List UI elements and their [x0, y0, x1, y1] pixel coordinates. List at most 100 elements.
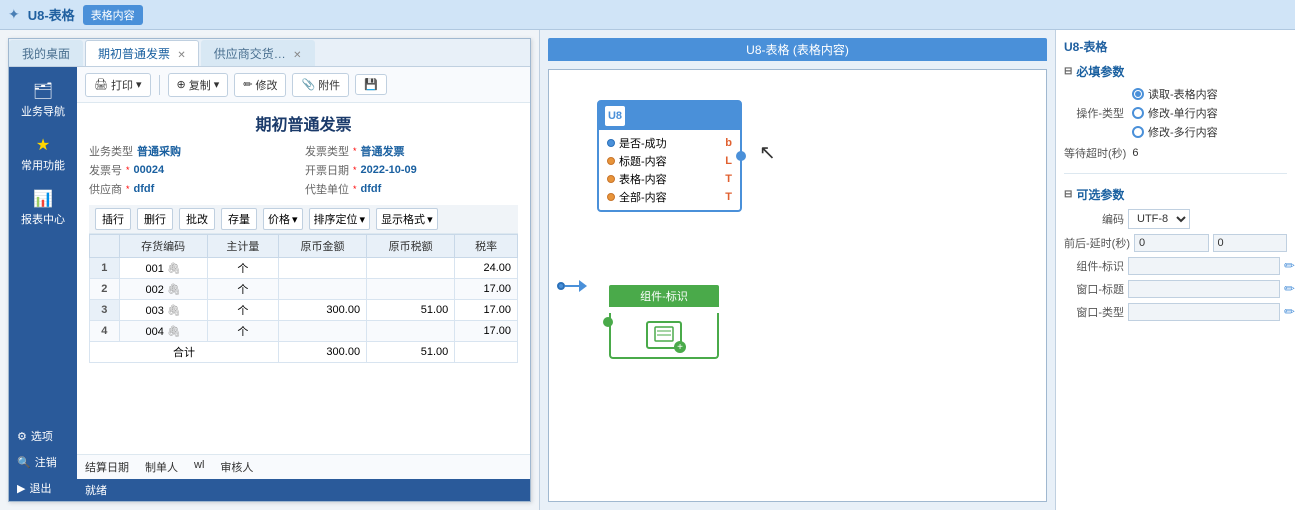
right-panel: U8-表格 ⊟ 必填参数 操作-类型 读取-表格内容 修改-单行内容 修改-多行 — [1055, 30, 1295, 510]
row-tax: 51.00 — [367, 300, 455, 321]
field-business-type: 业务类型 普通采购 — [89, 143, 302, 159]
tab-close-supplier[interactable]: ✕ — [293, 50, 301, 61]
copy-icon: ⊕ — [177, 78, 186, 91]
radio-single[interactable]: 修改-单行内容 — [1132, 105, 1218, 121]
copy-dropdown-icon: ▾ — [214, 78, 220, 91]
timeout-label: 等待超时(秒) — [1064, 145, 1126, 161]
invoice-header: 业务类型 普通采购 发票类型 * 普通发票 发票号 * — [89, 143, 518, 197]
col-amount: 原币金额 — [278, 235, 366, 258]
tab-desktop[interactable]: 我的桌面 — [9, 40, 83, 66]
delete-row-button[interactable]: 删行 — [137, 208, 173, 230]
optional-section-header[interactable]: ⊟ 可选参数 — [1064, 186, 1287, 203]
port-title-dot — [607, 157, 615, 165]
attach-icon: 📎 — [301, 78, 315, 91]
business-icon: 🗂 — [33, 81, 53, 101]
window-title-label: 窗口-标题 — [1064, 281, 1124, 297]
print-dropdown-icon: ▾ — [136, 78, 142, 91]
encoding-select[interactable]: UTF-8 — [1128, 209, 1190, 229]
tab-invoice[interactable]: 期初普通发票 ✕ — [85, 40, 199, 66]
row-code: 001 🖇 — [119, 258, 207, 279]
save-button[interactable]: 💾 — [355, 74, 387, 95]
component-id-row: 组件-标识 ✏ — [1064, 257, 1287, 275]
node-icon: U8 — [605, 106, 625, 126]
batch-edit-button[interactable]: 批改 — [179, 208, 215, 230]
row-num: 1 — [90, 258, 120, 279]
row-num: 3 — [90, 300, 120, 321]
order-select[interactable]: 排序定位 ▾ — [309, 208, 371, 230]
sidebar-item-options[interactable]: ⚙ 选项 — [9, 423, 77, 449]
row-rate: 17.00 — [455, 300, 518, 321]
delay-left-input[interactable] — [1134, 234, 1209, 252]
component-node-header: 组件-标识 — [609, 285, 719, 307]
component-plus-icon: + — [674, 341, 686, 353]
sidebar-item-common[interactable]: ★ 常用功能 — [9, 129, 77, 179]
window-type-edit-icon[interactable]: ✏ — [1284, 304, 1295, 320]
left-connector — [557, 280, 587, 292]
comp-left-port[interactable] — [603, 317, 613, 327]
print-button[interactable]: 🖨 打印 ▾ — [85, 73, 151, 97]
edit-button[interactable]: ✏ 修改 — [234, 73, 286, 97]
insert-row-button[interactable]: 插行 — [95, 208, 131, 230]
component-label: 组件-标识 — [640, 291, 688, 303]
flow-canvas[interactable]: U8 是否-成功 b 标题-内容 L 表格-内容 — [548, 69, 1047, 502]
field-invoice-type: 发票类型 * 普通发票 — [305, 143, 518, 159]
node-ports: 是否-成功 b 标题-内容 L 表格-内容 T — [599, 130, 740, 210]
auditor-label: 审核人 — [220, 459, 253, 475]
delay-label: 前后-延时(秒) — [1064, 235, 1130, 251]
u8-node[interactable]: U8 是否-成功 b 标题-内容 L 表格-内容 — [597, 100, 742, 212]
sidebar-item-business[interactable]: 🗂 业务导航 — [9, 75, 77, 125]
u8-window: 我的桌面 期初普通发票 ✕ 供应商交货… ✕ 🗂 业务导航 — [8, 38, 531, 502]
radio-read[interactable]: 读取-表格内容 — [1132, 86, 1218, 102]
left-dot — [557, 282, 565, 290]
timeout-row: 等待超时(秒) 6 — [1064, 145, 1287, 161]
component-id-input[interactable] — [1128, 257, 1280, 275]
copy-button[interactable]: ⊕ 复制 ▾ — [168, 73, 229, 97]
data-table: 存货编码 主计量 原币金额 原币税额 税率 1 001 🖇 个 — [89, 234, 518, 363]
port-table: 表格-内容 T — [607, 170, 732, 188]
table-row: 3 003 🖇 个 300.00 51.00 17.00 — [90, 300, 518, 321]
price-select[interactable]: 价格 ▾ — [263, 208, 303, 230]
row-unit: 个 — [207, 258, 278, 279]
sidebar-item-report[interactable]: 📊 报表中心 — [9, 183, 77, 233]
field-supplier: 供应商 * dfdf — [89, 181, 302, 197]
invoice-content: 期初普通发票 业务类型 普通采购 发票类型 * 普通发票 — [77, 103, 530, 454]
component-node[interactable]: 组件-标识 + — [609, 285, 719, 359]
middle-panel: U8-表格 (表格内容) U8 是否-成功 b — [540, 30, 1055, 510]
status-text: 就绪 — [85, 485, 107, 497]
flow-title: U8-表格 (表格内容) — [548, 38, 1047, 61]
window-title-input[interactable] — [1128, 280, 1280, 298]
port-success: 是否-成功 b — [607, 134, 732, 152]
row-code: 004 🖇 — [119, 321, 207, 342]
row-unit: 个 — [207, 279, 278, 300]
row-amount — [278, 258, 366, 279]
component-id-edit-icon[interactable]: ✏ — [1284, 258, 1295, 274]
radio-multi[interactable]: 修改-多行内容 — [1132, 124, 1218, 140]
display-select[interactable]: 显示格式 ▾ — [376, 208, 438, 230]
table-row: 2 002 🖇 个 17.00 — [90, 279, 518, 300]
encoding-label: 编码 — [1064, 211, 1124, 227]
separator-1 — [159, 75, 160, 95]
row-tax — [367, 321, 455, 342]
row-rate: 24.00 — [455, 258, 518, 279]
top-bar: ✦ U8-表格 表格内容 — [0, 0, 1295, 30]
delay-right-input[interactable] — [1213, 234, 1288, 252]
node-right-port[interactable] — [736, 151, 746, 161]
port-all: 全部-内容 T — [607, 188, 732, 206]
stock-button[interactable]: 存量 — [221, 208, 257, 230]
required-section-header[interactable]: ⊟ 必填参数 — [1064, 63, 1287, 80]
creator-value: wl — [194, 459, 204, 475]
window-type-input[interactable] — [1128, 303, 1280, 321]
window-title-edit-icon[interactable]: ✏ — [1284, 281, 1295, 297]
tab-close-invoice[interactable]: ✕ — [177, 50, 185, 61]
table-toolbar: 插行 删行 批改 存量 价格 ▾ 排序定位 ▾ — [89, 205, 518, 234]
sidebar-item-logout[interactable]: 🔍 注销 — [9, 449, 77, 475]
sidebar-item-exit[interactable]: ▶ 退出 — [9, 475, 77, 501]
total-amount: 300.00 — [278, 342, 366, 363]
tab-supplier[interactable]: 供应商交货… ✕ — [201, 40, 315, 66]
main-layout: 我的桌面 期初普通发票 ✕ 供应商交货… ✕ 🗂 业务导航 — [0, 30, 1295, 510]
optional-section-label: 可选参数 — [1076, 186, 1124, 203]
table-row: 1 001 🖇 个 24.00 — [90, 258, 518, 279]
invoice-footer: 结算日期 制单人 wl 审核人 — [77, 454, 530, 479]
creator-label: 制单人 — [145, 459, 178, 475]
attach-button[interactable]: 📎 附件 — [292, 73, 349, 97]
